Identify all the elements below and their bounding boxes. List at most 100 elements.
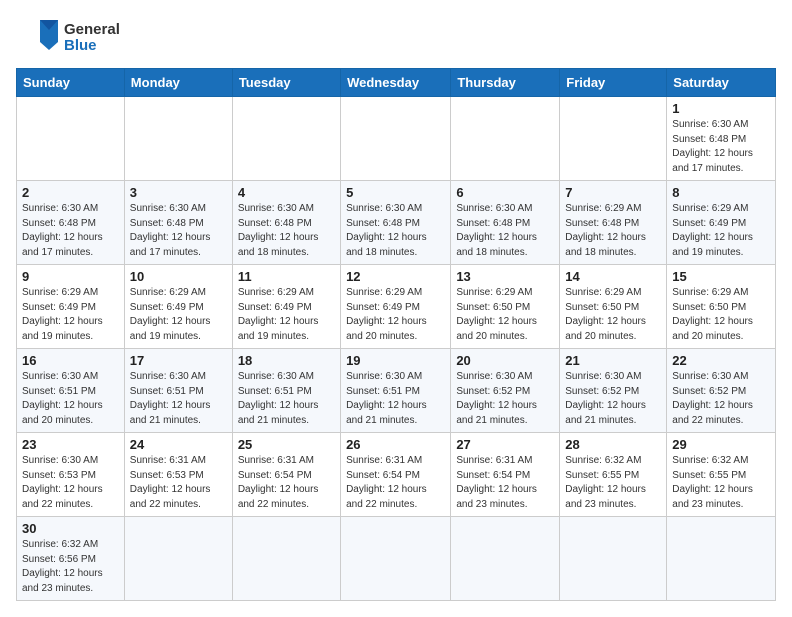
- column-header-friday: Friday: [560, 69, 667, 97]
- day-info: Sunrise: 6:29 AM Sunset: 6:49 PM Dayligh…: [238, 286, 335, 344]
- day-number: 24: [130, 437, 227, 452]
- day-number: 21: [565, 353, 661, 368]
- calendar-cell: [124, 97, 232, 181]
- calendar-table: SundayMondayTuesdayWednesdayThursdayFrid…: [16, 68, 776, 601]
- day-number: 28: [565, 437, 661, 452]
- day-info: Sunrise: 6:31 AM Sunset: 6:53 PM Dayligh…: [130, 454, 227, 512]
- calendar-cell: [560, 517, 667, 601]
- day-info: Sunrise: 6:30 AM Sunset: 6:48 PM Dayligh…: [238, 202, 335, 260]
- column-header-monday: Monday: [124, 69, 232, 97]
- day-info: Sunrise: 6:30 AM Sunset: 6:48 PM Dayligh…: [22, 202, 119, 260]
- logo-general-text: General: [64, 22, 120, 39]
- day-info: Sunrise: 6:29 AM Sunset: 6:48 PM Dayligh…: [565, 202, 661, 260]
- logo: GeneralBlue: [16, 16, 120, 60]
- day-info: Sunrise: 6:30 AM Sunset: 6:51 PM Dayligh…: [130, 370, 227, 428]
- calendar-cell: [451, 517, 560, 601]
- day-number: 27: [456, 437, 554, 452]
- day-number: 20: [456, 353, 554, 368]
- calendar-cell: 5Sunrise: 6:30 AM Sunset: 6:48 PM Daylig…: [341, 181, 451, 265]
- day-number: 7: [565, 185, 661, 200]
- calendar-cell: 3Sunrise: 6:30 AM Sunset: 6:48 PM Daylig…: [124, 181, 232, 265]
- calendar-cell: 22 Sunrise: 6:30 AM Sunset: 6:52 PM Dayli…: [667, 349, 776, 433]
- calendar-week-row: 23 Sunrise: 6:30 AM Sunset: 6:53 PM Dayli…: [17, 433, 776, 517]
- day-number: 25: [238, 437, 335, 452]
- day-number: 8: [672, 185, 770, 200]
- day-number: 30: [22, 521, 119, 536]
- calendar-cell: [560, 97, 667, 181]
- day-info: Sunrise: 6:29 AM Sunset: 6:49 PM Dayligh…: [346, 286, 445, 344]
- calendar-cell: 28 Sunrise: 6:32 AM Sunset: 6:55 PM Dayli…: [560, 433, 667, 517]
- day-info: Sunrise: 6:30 AM Sunset: 6:51 PM Dayligh…: [22, 370, 119, 428]
- calendar-header-row: SundayMondayTuesdayWednesdayThursdayFrid…: [17, 69, 776, 97]
- calendar-cell: 18 Sunrise: 6:30 AM Sunset: 6:51 PM Dayli…: [232, 349, 340, 433]
- day-number: 17: [130, 353, 227, 368]
- calendar-cell: 24 Sunrise: 6:31 AM Sunset: 6:53 PM Dayli…: [124, 433, 232, 517]
- calendar-cell: 13 Sunrise: 6:29 AM Sunset: 6:50 PM Dayli…: [451, 265, 560, 349]
- day-number: 11: [238, 269, 335, 284]
- day-info: Sunrise: 6:29 AM Sunset: 6:49 PM Dayligh…: [22, 286, 119, 344]
- day-info: Sunrise: 6:30 AM Sunset: 6:51 PM Dayligh…: [238, 370, 335, 428]
- day-number: 23: [22, 437, 119, 452]
- calendar-cell: 30 Sunrise: 6:32 AM Sunset: 6:56 PM Dayli…: [17, 517, 125, 601]
- calendar-cell: [124, 517, 232, 601]
- day-number: 12: [346, 269, 445, 284]
- column-header-tuesday: Tuesday: [232, 69, 340, 97]
- calendar-cell: [232, 517, 340, 601]
- day-number: 14: [565, 269, 661, 284]
- calendar-cell: 8Sunrise: 6:29 AM Sunset: 6:49 PM Daylig…: [667, 181, 776, 265]
- day-info: Sunrise: 6:30 AM Sunset: 6:52 PM Dayligh…: [565, 370, 661, 428]
- calendar-cell: 23 Sunrise: 6:30 AM Sunset: 6:53 PM Dayli…: [17, 433, 125, 517]
- logo-text-block: GeneralBlue: [64, 22, 120, 55]
- calendar-cell: 19Sunrise: 6:30 AM Sunset: 6:51 PM Dayli…: [341, 349, 451, 433]
- day-info: Sunrise: 6:29 AM Sunset: 6:50 PM Dayligh…: [672, 286, 770, 344]
- calendar-cell: [451, 97, 560, 181]
- column-header-thursday: Thursday: [451, 69, 560, 97]
- calendar-cell: 2Sunrise: 6:30 AM Sunset: 6:48 PM Daylig…: [17, 181, 125, 265]
- calendar-week-row: 1 Sunrise: 6:30 AM Sunset: 6:48 PM Daylig…: [17, 97, 776, 181]
- calendar-cell: 6Sunrise: 6:30 AM Sunset: 6:48 PM Daylig…: [451, 181, 560, 265]
- column-header-wednesday: Wednesday: [341, 69, 451, 97]
- calendar-cell: [341, 97, 451, 181]
- calendar-cell: 16 Sunrise: 6:30 AM Sunset: 6:51 PM Dayli…: [17, 349, 125, 433]
- day-info: Sunrise: 6:30 AM Sunset: 6:51 PM Dayligh…: [346, 370, 445, 428]
- calendar-cell: 11 Sunrise: 6:29 AM Sunset: 6:49 PM Dayli…: [232, 265, 340, 349]
- logo-blue-text: Blue: [64, 38, 120, 55]
- day-info: Sunrise: 6:29 AM Sunset: 6:50 PM Dayligh…: [456, 286, 554, 344]
- day-info: Sunrise: 6:29 AM Sunset: 6:50 PM Dayligh…: [565, 286, 661, 344]
- day-info: Sunrise: 6:32 AM Sunset: 6:56 PM Dayligh…: [22, 538, 119, 596]
- page-header: GeneralBlue: [16, 16, 776, 60]
- day-info: Sunrise: 6:30 AM Sunset: 6:48 PM Dayligh…: [672, 118, 770, 176]
- day-number: 22: [672, 353, 770, 368]
- day-info: Sunrise: 6:29 AM Sunset: 6:49 PM Dayligh…: [130, 286, 227, 344]
- day-number: 15: [672, 269, 770, 284]
- column-header-saturday: Saturday: [667, 69, 776, 97]
- day-number: 10: [130, 269, 227, 284]
- day-info: Sunrise: 6:30 AM Sunset: 6:48 PM Dayligh…: [456, 202, 554, 260]
- day-number: 4: [238, 185, 335, 200]
- calendar-cell: [17, 97, 125, 181]
- day-info: Sunrise: 6:31 AM Sunset: 6:54 PM Dayligh…: [238, 454, 335, 512]
- calendar-cell: 15 Sunrise: 6:29 AM Sunset: 6:50 PM Dayli…: [667, 265, 776, 349]
- day-info: Sunrise: 6:30 AM Sunset: 6:53 PM Dayligh…: [22, 454, 119, 512]
- calendar-week-row: 30 Sunrise: 6:32 AM Sunset: 6:56 PM Dayli…: [17, 517, 776, 601]
- day-info: Sunrise: 6:31 AM Sunset: 6:54 PM Dayligh…: [346, 454, 445, 512]
- day-number: 5: [346, 185, 445, 200]
- day-number: 16: [22, 353, 119, 368]
- day-number: 13: [456, 269, 554, 284]
- calendar-cell: [667, 517, 776, 601]
- day-info: Sunrise: 6:30 AM Sunset: 6:52 PM Dayligh…: [672, 370, 770, 428]
- calendar-week-row: 2Sunrise: 6:30 AM Sunset: 6:48 PM Daylig…: [17, 181, 776, 265]
- calendar-cell: 20Sunrise: 6:30 AM Sunset: 6:52 PM Dayli…: [451, 349, 560, 433]
- day-number: 1: [672, 101, 770, 116]
- calendar-cell: [341, 517, 451, 601]
- calendar-cell: 1 Sunrise: 6:30 AM Sunset: 6:48 PM Daylig…: [667, 97, 776, 181]
- day-number: 18: [238, 353, 335, 368]
- calendar-cell: 9Sunrise: 6:29 AM Sunset: 6:49 PM Daylig…: [17, 265, 125, 349]
- day-info: Sunrise: 6:31 AM Sunset: 6:54 PM Dayligh…: [456, 454, 554, 512]
- day-number: 3: [130, 185, 227, 200]
- calendar-cell: 29Sunrise: 6:32 AM Sunset: 6:55 PM Dayli…: [667, 433, 776, 517]
- calendar-cell: 12 Sunrise: 6:29 AM Sunset: 6:49 PM Dayli…: [341, 265, 451, 349]
- calendar-cell: 14 Sunrise: 6:29 AM Sunset: 6:50 PM Dayli…: [560, 265, 667, 349]
- day-info: Sunrise: 6:32 AM Sunset: 6:55 PM Dayligh…: [565, 454, 661, 512]
- calendar-cell: 21 Sunrise: 6:30 AM Sunset: 6:52 PM Dayli…: [560, 349, 667, 433]
